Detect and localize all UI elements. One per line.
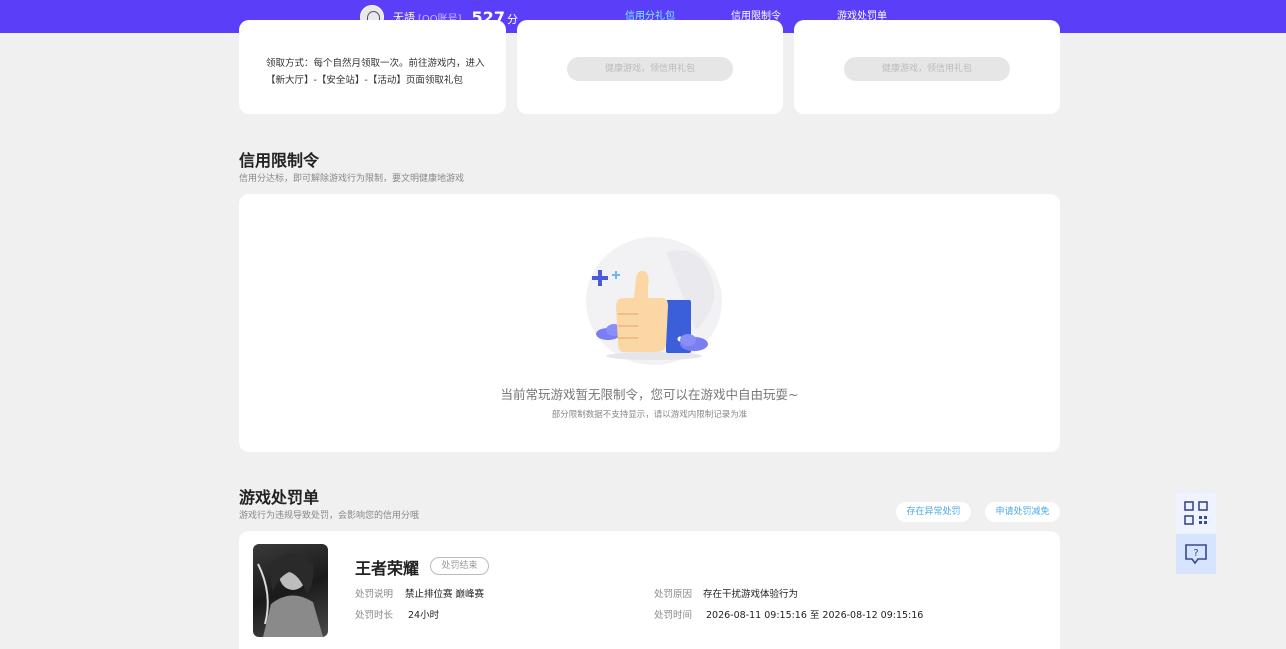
- abnormal-penalty-button[interactable]: 存在异常处罚: [896, 502, 971, 522]
- qrcode-icon: [1184, 501, 1208, 525]
- penalty-reason-value: 存在干扰游戏体验行为: [703, 589, 799, 600]
- penalty-desc-label: 处罚说明: [355, 589, 394, 600]
- help-chat-icon: ?: [1185, 544, 1207, 565]
- section-subtitle-restriction: 信用分达标，即可解除游戏行为限制，要文明健康地游戏: [239, 174, 465, 184]
- status-badge: 处罚结束: [430, 557, 489, 575]
- claim-gift-button-disabled[interactable]: 健康游戏，领信用礼包: [844, 57, 1010, 81]
- claim-gift-button-disabled[interactable]: 健康游戏，领信用礼包: [567, 57, 733, 81]
- penalty-time-label: 处罚时间: [654, 610, 693, 621]
- svg-text:?: ?: [1193, 548, 1198, 559]
- empty-state-message: 当前常玩游戏暂无限制令，您可以在游戏中自由玩耍~: [500, 387, 799, 402]
- section-title-penalty: 游戏处罚单: [239, 488, 320, 507]
- penalty-time-value: 2026-08-11 09:15:16 至 2026-08-12 09:15:1…: [706, 610, 924, 621]
- game-cover-image: [253, 544, 328, 637]
- claim-instructions: 领取方式：每个自然月领取一次。前往游戏内，进入【新大厅】-【安全站】-【活动】页…: [266, 58, 485, 86]
- appeal-penalty-button[interactable]: 申请处罚减免: [985, 502, 1060, 522]
- penalty-duration-value: 24小时: [408, 610, 440, 621]
- penalty-duration-label: 处罚时长: [355, 610, 394, 621]
- qrcode-button[interactable]: [1176, 493, 1216, 533]
- help-button[interactable]: ?: [1176, 534, 1216, 574]
- penalty-desc-value: 禁止排位赛 巅峰赛: [405, 589, 485, 600]
- empty-state-note: 部分限制数据不支持显示，请以游戏内限制记录为准: [551, 410, 748, 420]
- thumbs-up-illustration-icon: [586, 237, 722, 365]
- section-subtitle-penalty: 游戏行为违规导致处罚，会影响您的信用分哦: [239, 511, 420, 521]
- penalty-reason-label: 处罚原因: [654, 589, 693, 600]
- credit-score-unit: 分: [506, 13, 518, 26]
- game-name: 王者荣耀: [355, 559, 420, 578]
- section-title-restriction: 信用限制令: [239, 151, 320, 170]
